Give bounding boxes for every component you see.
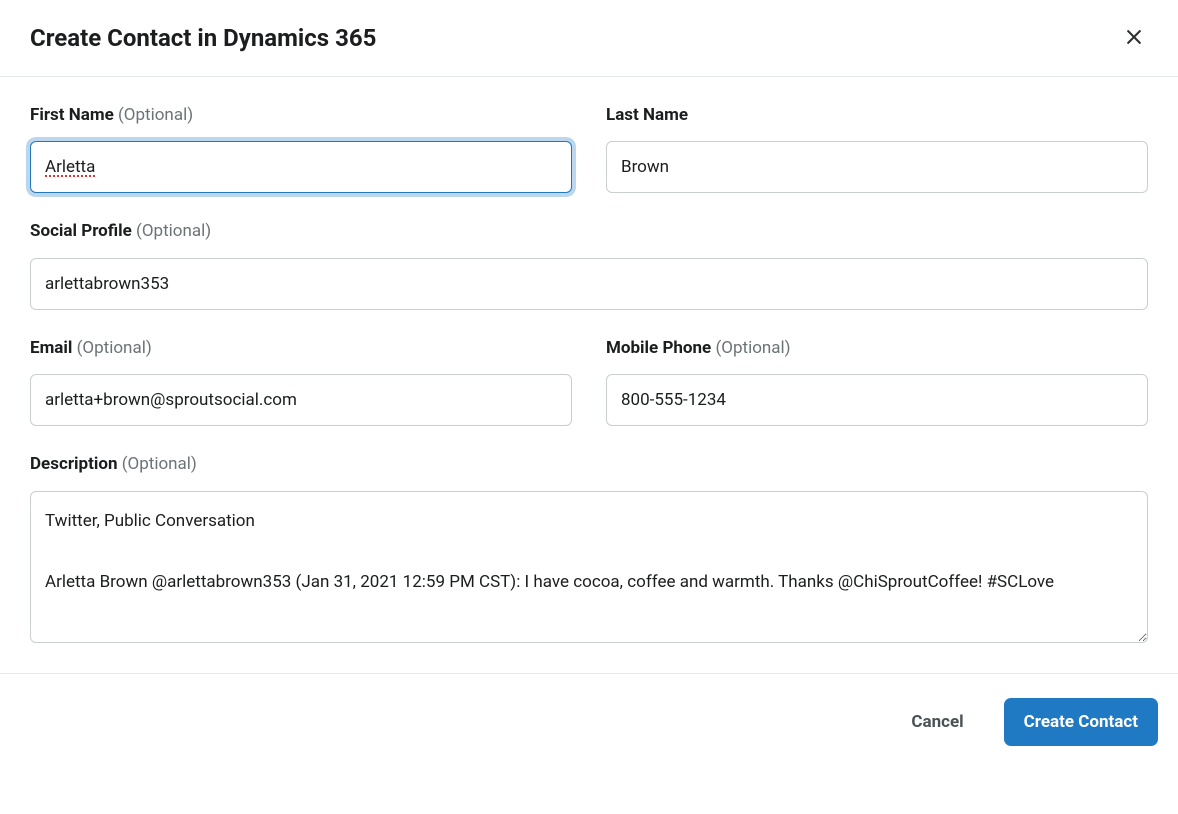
label-optional: (Optional) bbox=[122, 454, 197, 474]
modal-body: First Name (Optional) Last Name Social P… bbox=[0, 77, 1178, 673]
modal-title: Create Contact in Dynamics 365 bbox=[30, 24, 376, 52]
row-description: Description (Optional) bbox=[30, 454, 1148, 643]
label-optional: (Optional) bbox=[136, 221, 211, 241]
label-description: Description (Optional) bbox=[30, 454, 1148, 474]
first-name-input[interactable] bbox=[30, 141, 572, 193]
modal-footer: Cancel Create Contact bbox=[0, 673, 1178, 756]
email-input[interactable] bbox=[30, 374, 572, 426]
close-button[interactable] bbox=[1120, 24, 1148, 52]
label-text: Mobile Phone bbox=[606, 338, 711, 358]
label-optional: (Optional) bbox=[715, 338, 790, 358]
label-text: Last Name bbox=[606, 105, 688, 125]
row-social: Social Profile (Optional) bbox=[30, 221, 1148, 309]
group-email: Email (Optional) bbox=[30, 338, 572, 426]
modal-header: Create Contact in Dynamics 365 bbox=[0, 0, 1178, 77]
label-first-name: First Name (Optional) bbox=[30, 105, 572, 125]
label-text: First Name bbox=[30, 105, 114, 125]
mobile-phone-input[interactable] bbox=[606, 374, 1148, 426]
group-social-profile: Social Profile (Optional) bbox=[30, 221, 1148, 309]
label-text: Social Profile bbox=[30, 221, 132, 241]
group-mobile-phone: Mobile Phone (Optional) bbox=[606, 338, 1148, 426]
social-profile-input[interactable] bbox=[30, 258, 1148, 310]
create-contact-modal: Create Contact in Dynamics 365 First Nam… bbox=[0, 0, 1178, 756]
label-text: Email bbox=[30, 338, 72, 358]
row-name: First Name (Optional) Last Name bbox=[30, 105, 1148, 193]
create-contact-button[interactable]: Create Contact bbox=[1004, 698, 1158, 746]
cancel-button[interactable]: Cancel bbox=[891, 698, 983, 746]
label-optional: (Optional) bbox=[118, 105, 193, 125]
last-name-input[interactable] bbox=[606, 141, 1148, 193]
label-last-name: Last Name bbox=[606, 105, 1148, 125]
close-icon bbox=[1124, 27, 1144, 50]
label-optional: (Optional) bbox=[77, 338, 152, 358]
group-first-name: First Name (Optional) bbox=[30, 105, 572, 193]
label-social-profile: Social Profile (Optional) bbox=[30, 221, 1148, 241]
description-input[interactable] bbox=[30, 491, 1148, 643]
label-text: Description bbox=[30, 454, 117, 474]
label-email: Email (Optional) bbox=[30, 338, 572, 358]
row-contact: Email (Optional) Mobile Phone (Optional) bbox=[30, 338, 1148, 426]
group-description: Description (Optional) bbox=[30, 454, 1148, 643]
label-mobile-phone: Mobile Phone (Optional) bbox=[606, 338, 1148, 358]
group-last-name: Last Name bbox=[606, 105, 1148, 193]
